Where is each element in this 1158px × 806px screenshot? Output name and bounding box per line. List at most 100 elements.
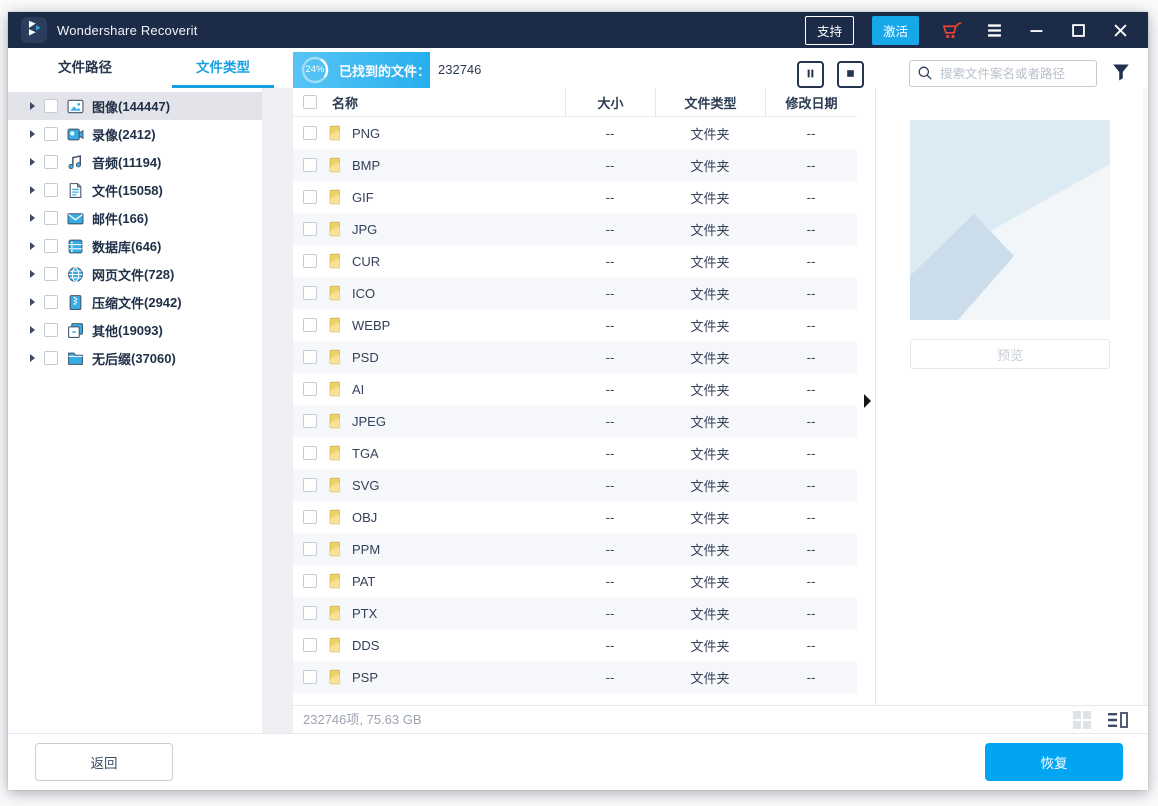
sidebar-item-checkbox[interactable] [44,155,58,169]
file-type-icon [67,210,84,227]
row-checkbox[interactable] [303,382,317,396]
grid-view-icon[interactable] [1072,711,1092,729]
expand-chevron-icon[interactable] [30,354,35,362]
sidebar-item[interactable]: 邮件 (166) [8,204,262,232]
table-row[interactable]: SVG -- 文件夹 -- [293,469,857,501]
list-view-icon[interactable] [1108,711,1128,729]
row-checkbox[interactable] [303,542,317,556]
row-checkbox[interactable] [303,510,317,524]
table-row[interactable]: DDS -- 文件夹 -- [293,629,857,661]
expand-chevron-icon[interactable] [30,158,35,166]
table-row[interactable]: JPG -- 文件夹 -- [293,213,857,245]
sidebar-item-checkbox[interactable] [44,183,58,197]
table-row[interactable]: WEBP -- 文件夹 -- [293,309,857,341]
back-button[interactable]: 返回 [35,743,173,781]
header-type-label: 文件类型 [684,93,736,112]
table-row[interactable]: PNG -- 文件夹 -- [293,117,857,149]
table-row[interactable]: ICO -- 文件夹 -- [293,277,857,309]
filter-icon[interactable] [1111,62,1131,82]
search-input[interactable] [909,60,1097,87]
table-row[interactable]: PSP -- 文件夹 -- [293,661,857,693]
row-checkbox[interactable] [303,190,317,204]
support-button[interactable]: 支持 [805,16,854,45]
row-checkbox[interactable] [303,606,317,620]
column-header-date[interactable]: 修改日期 [765,88,857,116]
sidebar-item-checkbox[interactable] [44,323,58,337]
sidebar-item-checkbox[interactable] [44,99,58,113]
sidebar-item[interactable]: 压缩文件 (2942) [8,288,262,316]
sidebar-item-checkbox[interactable] [44,211,58,225]
close-icon[interactable] [1108,18,1132,42]
tab-label: 文件路径 [58,60,112,75]
sidebar-item[interactable]: 无后缀 (37060) [8,344,262,372]
expand-chevron-icon[interactable] [30,270,35,278]
row-checkbox[interactable] [303,286,317,300]
sidebar-item[interactable]: 录像 (2412) [8,120,262,148]
cart-icon[interactable] [940,18,964,42]
sidebar-item-label: 网页文件 [92,265,144,284]
stop-scan-button[interactable] [837,61,864,88]
expand-chevron-icon[interactable] [30,242,35,250]
minimize-icon[interactable] [1024,18,1048,42]
select-all-checkbox[interactable] [303,95,317,109]
column-header-type[interactable]: 文件类型 [655,88,765,116]
expand-chevron-icon[interactable] [30,102,35,110]
expand-chevron-icon[interactable] [30,214,35,222]
maximize-icon[interactable] [1066,18,1090,42]
sidebar-item[interactable]: 网页文件 (728) [8,260,262,288]
row-checkbox[interactable] [303,350,317,364]
table-row[interactable]: TGA -- 文件夹 -- [293,437,857,469]
tab[interactable]: 文件路径 [30,48,140,88]
row-checkbox[interactable] [303,638,317,652]
sidebar-item-checkbox[interactable] [44,239,58,253]
row-checkbox[interactable] [303,670,317,684]
column-header-size[interactable]: 大小 [565,88,655,116]
column-header-name[interactable]: 名称 [293,88,565,116]
expand-chevron-icon[interactable] [30,130,35,138]
sidebar-item-checkbox[interactable] [44,267,58,281]
row-checkbox[interactable] [303,222,317,236]
table-row[interactable]: JPEG -- 文件夹 -- [293,405,857,437]
cell-type: 文件夹 [655,540,765,559]
table-row[interactable]: OBJ -- 文件夹 -- [293,501,857,533]
preview-button[interactable]: 预览 [910,339,1110,369]
table-row[interactable]: BMP -- 文件夹 -- [293,149,857,181]
row-checkbox[interactable] [303,254,317,268]
table-row[interactable]: AI -- 文件夹 -- [293,373,857,405]
sidebar-item-count: (37060) [131,351,176,366]
expand-chevron-icon[interactable] [30,298,35,306]
recover-button[interactable]: 恢复 [985,743,1123,781]
sidebar-item-checkbox[interactable] [44,295,58,309]
row-checkbox[interactable] [303,446,317,460]
sidebar-item[interactable]: 其他 (19093) [8,316,262,344]
file-type-icon [67,322,84,339]
sidebar-item[interactable]: 文件 (15058) [8,176,262,204]
file-name: PAT [352,574,375,589]
row-checkbox[interactable] [303,478,317,492]
sidebar-item-checkbox[interactable] [44,351,58,365]
sidebar-item-checkbox[interactable] [44,127,58,141]
collapse-panel-arrow-icon[interactable] [864,394,871,408]
table-row[interactable]: CUR -- 文件夹 -- [293,245,857,277]
table-row[interactable]: PPM -- 文件夹 -- [293,533,857,565]
row-checkbox[interactable] [303,126,317,140]
tab[interactable]: 文件类型 [168,48,278,88]
table-row[interactable]: PSD -- 文件夹 -- [293,341,857,373]
cell-size: -- [565,446,655,461]
sidebar-item[interactable]: 图像 (144447) [8,92,262,120]
pause-scan-button[interactable] [797,61,824,88]
row-checkbox[interactable] [303,158,317,172]
row-checkbox[interactable] [303,414,317,428]
sidebar-item[interactable]: 音频 (11194) [8,148,262,176]
expand-chevron-icon[interactable] [30,326,35,334]
activate-button[interactable]: 激活 [872,16,919,45]
table-row[interactable]: PAT -- 文件夹 -- [293,565,857,597]
menu-icon[interactable] [982,18,1006,42]
table-row[interactable]: GIF -- 文件夹 -- [293,181,857,213]
row-checkbox[interactable] [303,318,317,332]
sidebar-item[interactable]: 数据库 (646) [8,232,262,260]
expand-chevron-icon[interactable] [30,186,35,194]
row-checkbox[interactable] [303,574,317,588]
table-row[interactable]: PTX -- 文件夹 -- [293,597,857,629]
app-logo [21,17,47,43]
